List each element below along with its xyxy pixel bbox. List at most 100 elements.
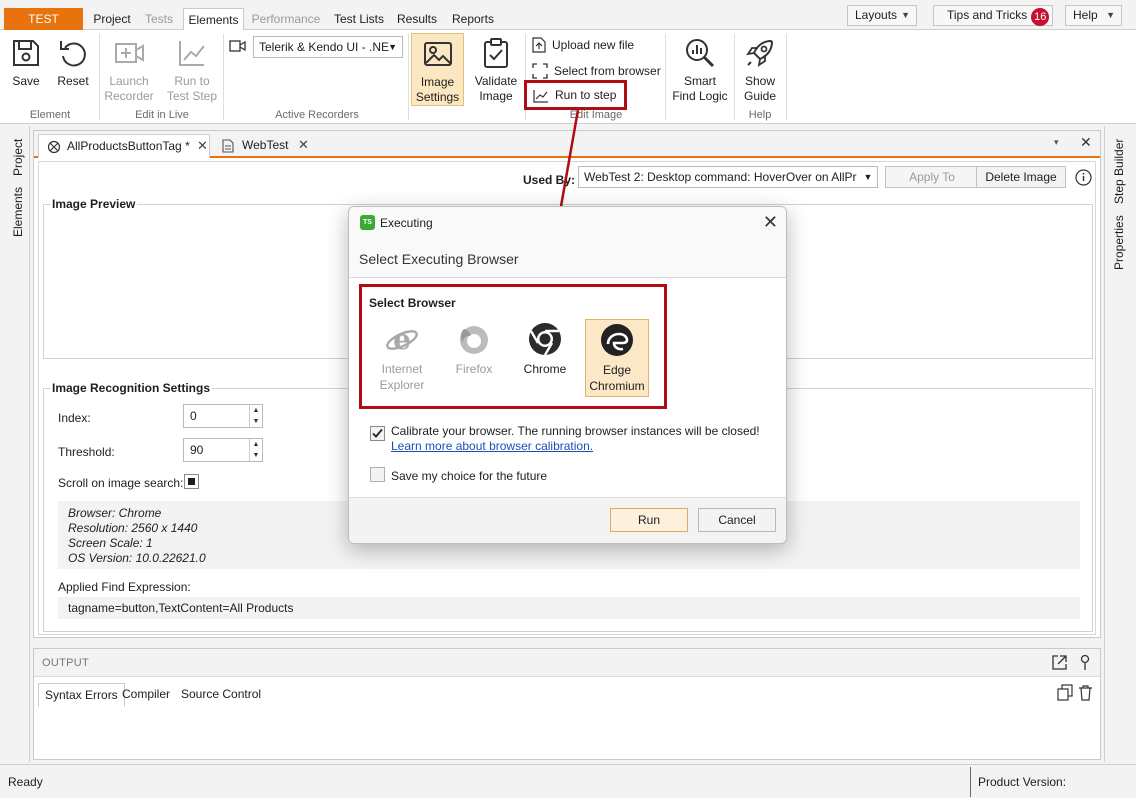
launch-recorder-label-1: Launch — [109, 74, 149, 88]
select-region-icon — [532, 63, 548, 79]
tab-reports[interactable]: Reports — [447, 8, 499, 30]
layouts-button[interactable]: Layouts ▼ — [847, 5, 917, 26]
browser-option-edge-chromium[interactable]: Edge Chromium — [585, 319, 649, 397]
calibrate-text: Calibrate your browser. The running brow… — [391, 424, 760, 438]
ribbon-separator — [99, 34, 100, 120]
delete-image-button[interactable]: Delete Image — [976, 166, 1066, 188]
close-icon[interactable]: ✕ — [1080, 134, 1092, 151]
browser-label: Explorer — [379, 378, 425, 392]
threshold-input[interactable]: 90 ▲ ▼ — [183, 438, 263, 462]
internet-explorer-icon: e — [386, 323, 418, 356]
browser-option-firefox[interactable]: Firefox — [442, 319, 506, 397]
run-button[interactable]: Run — [610, 508, 688, 532]
pin-icon[interactable] — [1078, 654, 1092, 671]
dialog-header: TS Executing ✕ — [349, 207, 786, 239]
cancel-button[interactable]: Cancel — [698, 508, 776, 532]
upload-new-file-button[interactable]: Upload new file — [532, 36, 634, 54]
copy-icon[interactable] — [1057, 684, 1074, 701]
launch-recorder-button[interactable]: Launch Recorder — [103, 36, 155, 104]
save-icon — [13, 40, 39, 66]
used-by-value: WebTest 2: Desktop command: HoverOver on… — [584, 170, 857, 184]
scroll-on-image-search-checkbox[interactable] — [184, 474, 199, 489]
doc-tab-webtest[interactable]: WebTest ✕ — [214, 134, 310, 158]
run-to-step-highlight — [524, 80, 627, 110]
chevron-down-icon: ▼ — [388, 42, 397, 52]
tab-project[interactable]: Project — [86, 8, 138, 30]
validate-image-button[interactable]: Validate Image — [470, 36, 522, 104]
pop-out-icon[interactable] — [1051, 654, 1068, 671]
output-tab-source-control[interactable]: Source Control — [175, 683, 267, 707]
dialog-footer: Run Cancel — [349, 497, 786, 543]
output-title: OUTPUT — [42, 657, 90, 669]
close-icon[interactable]: ✕ — [197, 135, 208, 157]
image-settings-label-1: Image — [420, 75, 455, 89]
run-to-test-step-label-1: Run to — [174, 74, 210, 88]
chrome-icon — [529, 323, 561, 356]
browser-option-internet-explorer[interactable]: e Internet Explorer — [370, 319, 434, 397]
side-tab-project[interactable]: Project — [11, 139, 25, 176]
tab-results[interactable]: Results — [393, 8, 441, 30]
show-guide-label-1: Show — [744, 74, 776, 88]
document-icon — [222, 139, 234, 153]
spinner-arrows-icon[interactable]: ▲ ▼ — [249, 439, 262, 461]
used-by-select[interactable]: WebTest 2: Desktop command: HoverOver on… — [578, 166, 878, 188]
threshold-label: Threshold: — [58, 445, 115, 459]
applied-find-expression-value: tagname=button,TextContent=All Products — [58, 597, 1080, 619]
image-settings-label-2: Settings — [415, 90, 460, 104]
svg-text:e: e — [393, 323, 411, 356]
run-to-test-step-button[interactable]: Run to Test Step — [165, 36, 219, 104]
spinner-arrows-icon[interactable]: ▲ ▼ — [249, 405, 262, 427]
chevron-down-icon: ▼ — [901, 10, 910, 20]
output-tab-compiler[interactable]: Compiler — [116, 683, 176, 707]
tab-list-dropdown-icon[interactable]: ▾ — [1054, 137, 1059, 148]
select-from-browser-label: Select from browser — [554, 64, 661, 78]
help-button[interactable]: Help ▼ — [1065, 5, 1122, 26]
recorder-framework-select[interactable]: Telerik & Kendo UI - .NE ▼ — [253, 36, 403, 58]
image-settings-button[interactable]: Image Settings — [411, 33, 464, 106]
upload-new-file-label: Upload new file — [552, 38, 635, 52]
browser-label: Chromium — [589, 379, 645, 393]
trend-icon — [179, 41, 205, 66]
side-tab-properties[interactable]: Properties — [1112, 215, 1126, 270]
index-input[interactable]: 0 ▲ ▼ — [183, 404, 263, 428]
side-tab-elements[interactable]: Elements — [11, 187, 25, 237]
doc-tab-label: AllProductsButtonTag * — [67, 139, 190, 153]
save-label: Save — [12, 74, 40, 88]
info-icon[interactable] — [1075, 169, 1092, 186]
doc-tab-allproductsbuttontag[interactable]: AllProductsButtonTag * ✕ — [38, 134, 210, 158]
learn-more-calibration-link[interactable]: Learn more about browser calibration. — [391, 439, 593, 453]
save-choice-checkbox[interactable] — [370, 467, 385, 482]
dialog-subtitle: Select Executing Browser — [349, 239, 786, 278]
tab-elements[interactable]: Elements — [183, 8, 244, 31]
show-guide-button[interactable]: Show Guide — [740, 36, 780, 104]
ribbon-separator — [408, 34, 409, 120]
ribbon-separator — [223, 34, 224, 120]
reset-button[interactable]: Reset — [52, 36, 94, 89]
launch-recorder-icon — [115, 43, 144, 63]
close-icon[interactable]: ✕ — [298, 134, 309, 156]
tips-count-badge: 16 — [1031, 8, 1050, 26]
tab-tests[interactable]: Tests — [140, 8, 178, 30]
launch-recorder-label-2: Recorder — [104, 89, 154, 103]
show-guide-label-2: Guide — [743, 89, 777, 103]
browser-option-chrome[interactable]: Chrome — [513, 319, 577, 397]
smart-find-logic-button[interactable]: Smart Find Logic — [671, 36, 729, 104]
tips-and-tricks-button[interactable]: Tips and Tricks 16 — [933, 5, 1053, 26]
save-button[interactable]: Save — [6, 36, 46, 89]
side-tab-step-builder[interactable]: Step Builder — [1112, 139, 1126, 204]
dialog-title: Executing — [380, 216, 433, 230]
tab-test-lists[interactable]: Test Lists — [330, 8, 388, 30]
app-brand-tab[interactable]: TEST STUDIO — [4, 8, 83, 48]
output-tab-syntax-errors[interactable]: Syntax Errors — [38, 683, 125, 707]
tips-label: Tips and Tricks — [947, 8, 1028, 22]
trash-icon[interactable] — [1078, 684, 1093, 701]
close-icon[interactable]: ✕ — [763, 212, 778, 233]
reset-icon — [60, 41, 86, 67]
firefox-icon — [460, 326, 488, 354]
chevron-down-icon: ▼ — [859, 167, 877, 187]
calibrate-checkbox[interactable] — [370, 426, 385, 441]
select-from-browser-button[interactable]: Select from browser — [532, 62, 661, 80]
tab-performance[interactable]: Performance — [248, 8, 324, 30]
smart-find-logic-label-2: Find Logic — [672, 89, 728, 103]
apply-to-button[interactable]: Apply To — [885, 166, 979, 188]
